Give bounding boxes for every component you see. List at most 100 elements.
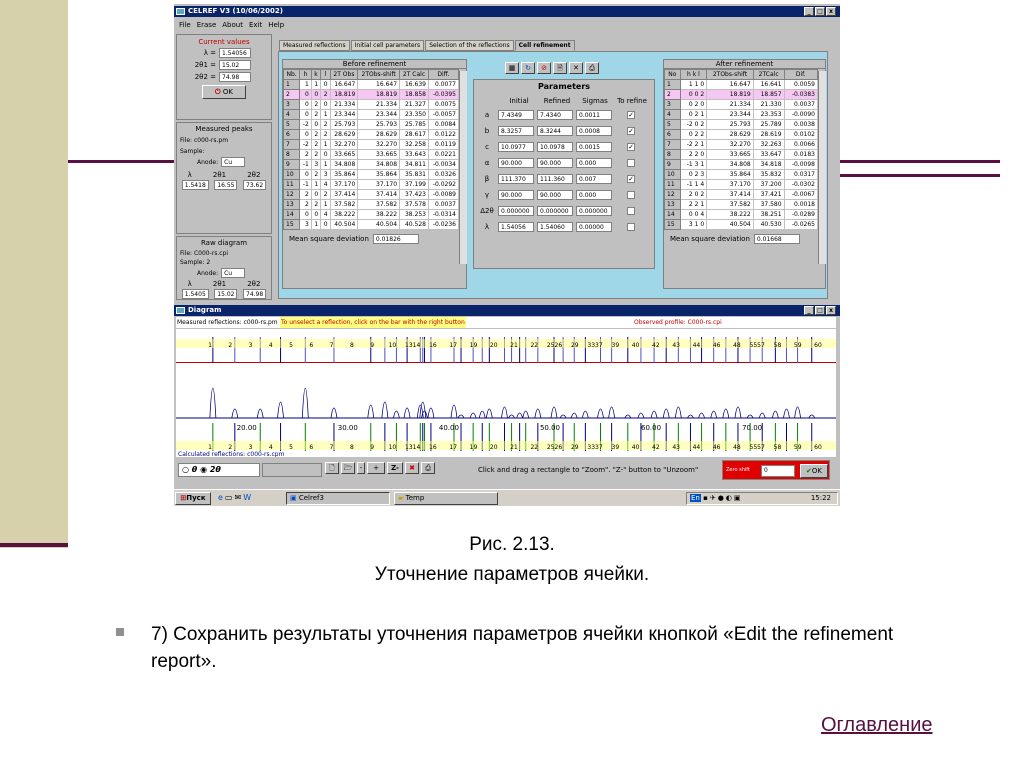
parameter-initial-field[interactable]: 90.000 [498, 158, 534, 168]
param-h-sigmas: Sigmas [582, 97, 608, 105]
calculator-icon[interactable]: ▦ [505, 62, 519, 74]
table-row[interactable]: 5 -2 0 2 25.793 25.793 25.785 0.0084 [282, 119, 460, 130]
diagram-plot[interactable]: 1 1 2 2 3 3 4 4 5 5 6 6 7 7 8 8 9 9 10 10 1314 1314 16 16 17 17 19… [176, 329, 836, 457]
menu-exit[interactable]: Exit [249, 20, 262, 30]
zero-shift-field[interactable]: 0 [761, 465, 795, 477]
parameter-initial-field[interactable]: 111.370 [498, 174, 534, 184]
before-scrollbar[interactable] [459, 71, 467, 264]
tab-cell-refinement[interactable]: Cell refinement [514, 40, 575, 51]
radio-2theta[interactable]: ◉ [200, 465, 210, 474]
raw-anode-field[interactable]: Cu [221, 268, 246, 278]
refine-checkbox[interactable]: ✓ [627, 143, 635, 151]
table-row[interactable]: 4 0 2 1 23.344 23.344 23.350 -0.0057 [282, 109, 460, 120]
parameter-initial-field[interactable]: 0.000000 [498, 206, 534, 216]
parameter-initial-field[interactable]: 7.4349 [498, 110, 534, 120]
after-scrollbar[interactable] [818, 71, 826, 264]
table-row[interactable]: 14 0 0 4 38.222 38.251 -0.0289 [664, 209, 819, 220]
table-row[interactable]: 60 2 2 28.629 28.619 0.0102 [664, 129, 819, 140]
table-row[interactable]: 14 0 0 4 38.222 38.222 38.253 -0.0314 [282, 209, 460, 220]
table-row[interactable]: 9 -1 3 1 34.808 34.818 -0.0098 [664, 159, 819, 170]
table-row[interactable]: 12 2 0 2 37.414 37.414 37.423 -0.0089 [282, 189, 460, 200]
tools-icon[interactable]: ✕ [569, 62, 583, 74]
menu-file[interactable]: File [179, 20, 191, 30]
parameter-initial-field[interactable]: 1.54056 [498, 222, 534, 232]
table-row[interactable]: 3 0 2 0 21.334 21.334 21.327 0.0075 [282, 99, 460, 110]
table-row[interactable]: 40 2 1 23.344 23.353 -0.0090 [664, 109, 819, 120]
outlook-icon[interactable]: ✉ [234, 493, 243, 502]
ie-icon[interactable]: e [218, 493, 225, 502]
folder-icon[interactable]: 🗁 [341, 462, 355, 474]
stepper-minus[interactable]: - [357, 462, 365, 474]
diagram-maximize-button[interactable]: □ [815, 306, 825, 315]
tab-selection-of-reflections[interactable]: Selection of the reflections [425, 40, 514, 51]
radio-theta[interactable]: ○ [182, 465, 192, 474]
diagram-close-button[interactable]: x [826, 306, 836, 315]
parameter-initial-field[interactable]: 10.0977 [498, 142, 534, 152]
tab-initial-cell-parameters[interactable]: Initial cell parameters [350, 40, 425, 51]
refresh-icon[interactable]: ↻ [521, 62, 535, 74]
table-row[interactable]: 11 1 0 16.647 16.641 0.0059 [664, 79, 819, 90]
diagram-input[interactable] [262, 463, 322, 477]
theta2-field[interactable]: 74.98 [219, 72, 251, 82]
parameter-initial-field[interactable]: 90.000 [498, 190, 534, 200]
maximize-button[interactable]: □ [815, 7, 825, 16]
table-row[interactable]: 82 2 0 33.665 33.647 0.0183 [664, 149, 819, 160]
table-row[interactable]: 7 -2 2 1 32.270 32.263 0.0066 [664, 139, 819, 150]
menu-erase[interactable]: Erase [197, 20, 217, 30]
diagram-print-icon[interactable]: ⎙ [421, 462, 435, 474]
refine-checkbox[interactable] [627, 207, 635, 215]
refine-checkbox[interactable]: ✓ [627, 175, 635, 183]
toc-link[interactable]: Оглавление [821, 714, 933, 737]
start-button[interactable]: ⊞Пуск [175, 492, 211, 505]
table-row[interactable]: 11 -1 1 4 37.170 37.200 -0.0302 [664, 179, 819, 190]
table-row[interactable]: 9 -1 3 1 34.808 34.808 34.811 -0.0034 [282, 159, 460, 170]
zero-shift-ok-button[interactable]: ✔OK [800, 464, 828, 478]
open-file-icon[interactable]: 🗋 [325, 462, 339, 474]
table-row[interactable]: 8 2 2 0 33.665 33.665 33.643 0.0221 [282, 149, 460, 160]
refine-checkbox[interactable] [627, 191, 635, 199]
refine-checkbox[interactable]: ✓ [627, 111, 635, 119]
zoom-out-button[interactable]: Z- [387, 462, 403, 474]
table-row[interactable]: 13 2 2 1 37.582 37.582 37.578 0.0037 [282, 199, 460, 210]
diagram-minimize-button[interactable]: _ [804, 306, 814, 315]
table-row[interactable]: 10 0 2 3 35.864 35.832 0.0317 [664, 169, 819, 180]
minimize-button[interactable]: _ [804, 7, 814, 16]
current-values-ok-button[interactable]: ⏻ OK [202, 85, 246, 99]
table-row[interactable]: 11 -1 1 4 37.170 37.170 37.199 -0.0292 [282, 179, 460, 190]
tray-lang[interactable]: En [690, 494, 701, 502]
parameter-initial-field[interactable]: 8.3257 [498, 126, 534, 136]
task-temp[interactable]: ▰ Temp [394, 492, 498, 505]
table-row[interactable]: 15 3 1 0 40.504 40.530 -0.0265 [664, 219, 819, 230]
print-icon[interactable]: ⎙ [585, 62, 599, 74]
table-row[interactable]: 1 1 1 0 16.647 16.647 16.639 0.0077 [282, 79, 460, 90]
table-cell: 2 [310, 149, 322, 160]
stop-icon[interactable]: ⊘ [537, 62, 551, 74]
table-row[interactable]: 15 3 1 0 40.504 40.504 40.528 -0.0236 [282, 219, 460, 230]
table-row[interactable]: 30 2 0 21.334 21.330 0.0037 [664, 99, 819, 110]
diagram-svg[interactable]: 1122334455667788991010131413141616171719… [176, 329, 836, 457]
table-row[interactable]: 5 -2 0 2 25.793 25.789 0.0038 [664, 119, 819, 130]
table-cell: 15 [282, 219, 301, 230]
stepper-plus[interactable]: + [367, 462, 385, 474]
report-icon[interactable]: 🗎 [553, 62, 567, 74]
table-row[interactable]: 20 0 2 18.819 18.857 -0.0383 [664, 89, 819, 100]
task-celref3[interactable]: ▣ Celref3 [286, 492, 390, 505]
table-row[interactable]: 12 2 0 2 37.414 37.421 -0.0067 [664, 189, 819, 200]
close-button[interactable]: x [826, 7, 836, 16]
menu-help[interactable]: Help [268, 20, 284, 30]
tab-measured-reflections[interactable]: Measured reflections [279, 40, 350, 51]
table-row[interactable]: 7 -2 2 1 32.270 32.270 32.258 0.0119 [282, 139, 460, 150]
word-icon[interactable]: W [243, 493, 253, 502]
delete-icon[interactable]: ✖ [405, 462, 419, 474]
refine-checkbox[interactable] [627, 223, 635, 231]
refine-checkbox[interactable]: ✓ [627, 127, 635, 135]
anode-field[interactable]: Cu [221, 157, 246, 167]
table-row[interactable]: 6 0 2 2 28.629 28.629 28.617 0.0122 [282, 129, 460, 140]
theta1-field[interactable]: 15.02 [219, 60, 251, 70]
table-row[interactable]: 13 2 2 1 37.582 37.580 0.0018 [664, 199, 819, 210]
menu-about[interactable]: About [222, 20, 243, 30]
table-row[interactable]: 10 0 2 3 35.864 35.864 35.831 0.0326 [282, 169, 460, 180]
lambda-field[interactable]: 1.54056 [219, 48, 251, 58]
table-row[interactable]: 2 0 0 2 18.819 18.819 18.858 -0.0395 [282, 89, 460, 100]
refine-checkbox[interactable] [627, 159, 635, 167]
